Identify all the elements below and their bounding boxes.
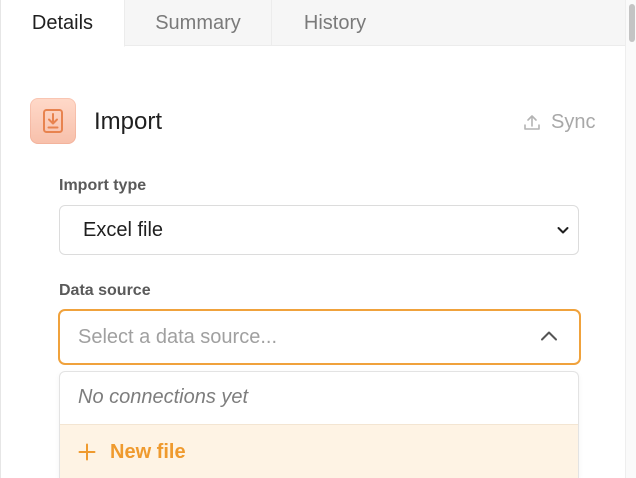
scrollbar[interactable] xyxy=(625,0,636,478)
import-document-icon xyxy=(30,98,76,144)
import-type-label: Import type xyxy=(59,177,147,194)
tab-details[interactable]: Details xyxy=(1,0,125,47)
section-title: Import xyxy=(94,108,163,135)
new-file-label: New file xyxy=(110,440,186,463)
data-source-input[interactable]: Select a data source... xyxy=(78,326,277,349)
tab-history-label: History xyxy=(303,11,367,34)
chevron-down-icon xyxy=(557,227,569,234)
import-type-select[interactable]: Excel file xyxy=(59,205,579,255)
data-source-label: Data source xyxy=(59,282,151,299)
tab-summary[interactable]: Summary xyxy=(125,0,272,46)
empty-state-message: No connections yet xyxy=(78,386,249,408)
import-type-value: Excel file xyxy=(83,218,164,241)
upload-icon xyxy=(524,115,540,130)
data-source-combobox[interactable]: Select a data source... xyxy=(58,309,581,365)
tab-summary-label: Summary xyxy=(155,11,241,34)
sync-button[interactable]: Sync xyxy=(523,110,595,134)
tab-bar: Details Summary History xyxy=(1,0,625,47)
sync-label: Sync xyxy=(551,110,596,133)
scrollbar-thumb[interactable] xyxy=(629,4,635,42)
tab-details-label: Details xyxy=(31,11,94,34)
data-source-dropdown: No connections yet New file xyxy=(59,371,579,478)
new-file-option[interactable]: New file xyxy=(60,424,578,478)
chevron-up-icon[interactable] xyxy=(540,329,558,343)
details-panel: Details Summary History Import Sync Impo… xyxy=(0,0,636,478)
tab-history[interactable]: History xyxy=(272,0,398,46)
plus-icon xyxy=(78,443,96,461)
